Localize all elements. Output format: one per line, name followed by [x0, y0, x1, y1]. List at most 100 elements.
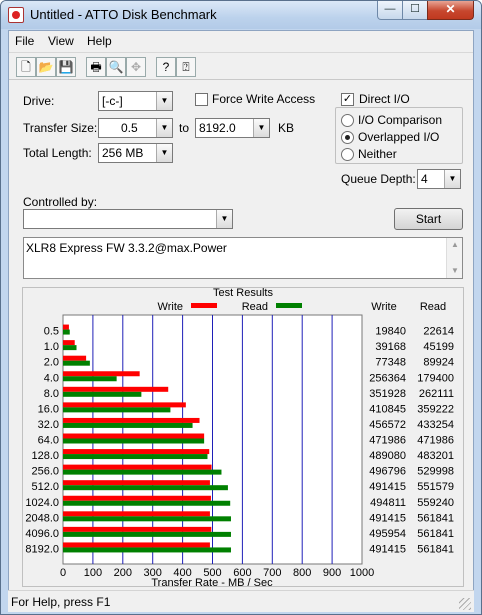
transfer-size-label: 16.0	[38, 403, 59, 415]
scroll-down-icon[interactable]: ▼	[447, 264, 463, 278]
neither-label: Neither	[358, 147, 397, 161]
total-length-select[interactable]: 256 MB ▼	[98, 143, 173, 163]
legend-write-label: Write	[158, 301, 183, 313]
write-value: 495954	[369, 528, 406, 540]
controlled-by-select[interactable]: ▼	[23, 209, 233, 229]
menu-bar: File View Help	[9, 31, 473, 51]
maximize-button[interactable]: ☐	[402, 1, 428, 20]
start-button[interactable]: Start	[394, 208, 463, 230]
move-icon[interactable]: ✥	[126, 57, 146, 77]
app-icon[interactable]	[8, 7, 24, 23]
read-bar	[63, 547, 231, 553]
menu-file[interactable]: File	[15, 34, 34, 48]
write-bar	[63, 433, 205, 439]
client-area: File View Help 🗋 📂 💾 🖶 🔍 ✥ ? ⍰ Drive: [-…	[8, 30, 474, 609]
save-icon[interactable]: 💾	[56, 57, 76, 77]
results-title: Test Results	[213, 288, 273, 299]
resize-grip-icon[interactable]	[459, 598, 471, 610]
chevron-down-icon: ▼	[156, 144, 172, 162]
write-value: 410845	[369, 403, 406, 415]
description-input[interactable]: XLR8 Express FW 3.3.2@max.Power ▲ ▼	[23, 237, 463, 279]
drive-select[interactable]: [-c-] ▼	[98, 91, 173, 111]
chevron-down-icon: ▼	[156, 119, 172, 137]
transfer-size-label: 128.0	[31, 450, 59, 462]
x-tick-label: 0	[60, 567, 66, 579]
queue-depth-select[interactable]: 4 ▼	[417, 169, 461, 189]
menu-view[interactable]: View	[48, 34, 74, 48]
read-value: 471986	[417, 435, 454, 447]
read-bar	[63, 345, 77, 351]
x-tick-label: 1000	[350, 567, 374, 579]
x-tick-label: 800	[293, 567, 311, 579]
legend-write-swatch	[191, 303, 217, 308]
read-bar	[63, 469, 222, 475]
write-bar	[63, 371, 140, 377]
read-value: 89924	[423, 357, 454, 369]
close-button[interactable]: ✕	[427, 1, 474, 20]
title-bar[interactable]: Untitled - ATTO Disk Benchmark — ☐ ✕	[1, 1, 481, 29]
col-write-header: Write	[371, 301, 396, 313]
write-bar	[63, 324, 69, 330]
write-bar	[63, 386, 169, 392]
read-bar	[63, 391, 142, 397]
write-value: 489080	[369, 450, 406, 462]
write-bar	[63, 449, 210, 455]
print-preview-icon[interactable]: 🔍	[106, 57, 126, 77]
transfer-size-from-select[interactable]: 0.5 ▼	[98, 118, 173, 138]
x-axis-label: Transfer Rate - MB / Sec	[151, 577, 273, 586]
read-value: 22614	[423, 326, 454, 338]
read-bar	[63, 531, 231, 537]
transfer-size-label: 512.0	[31, 481, 59, 493]
force-write-checkbox[interactable]	[195, 93, 208, 106]
neither-radio[interactable]	[341, 148, 354, 161]
read-value: 262111	[419, 388, 454, 400]
legend-read-swatch	[276, 303, 302, 308]
transfer-size-to-select[interactable]: 8192.0 ▼	[195, 118, 270, 138]
test-results-group: Test Results Write Read Write Read 0.5 1.…	[22, 287, 464, 589]
read-bar	[63, 500, 231, 506]
x-tick-label: 900	[323, 567, 341, 579]
scroll-up-icon[interactable]: ▲	[447, 238, 463, 252]
minimize-button[interactable]: —	[377, 1, 403, 20]
queue-depth-label: Queue Depth:	[341, 172, 416, 186]
direct-io-label: Direct I/O	[359, 92, 410, 106]
description-scrollbar[interactable]: ▲ ▼	[446, 238, 462, 278]
help-icon[interactable]: ?	[156, 57, 176, 77]
overlapped-io-label: Overlapped I/O	[358, 130, 440, 144]
menu-help[interactable]: Help	[87, 34, 112, 48]
read-value: 561841	[417, 512, 454, 524]
io-comparison-label: I/O Comparison	[358, 113, 443, 127]
transfer-size-label: 8.0	[44, 388, 59, 400]
transfer-size-unit: KB	[278, 121, 295, 135]
window-title: Untitled - ATTO Disk Benchmark	[30, 7, 217, 22]
results-chart: Test Results Write Read Write Read 0.5 1.…	[25, 287, 454, 589]
transfer-size-label: 64.0	[38, 435, 59, 447]
io-comparison-radio[interactable]	[341, 114, 354, 127]
write-bar	[63, 542, 210, 548]
read-value: 551579	[417, 481, 454, 493]
chevron-down-icon: ▼	[253, 119, 269, 137]
controlled-by-label: Controlled by:	[23, 195, 98, 209]
overlapped-io-radio[interactable]	[341, 131, 354, 144]
transfer-size-label: 256.0	[31, 466, 59, 478]
context-help-icon[interactable]: ⍰	[176, 57, 196, 77]
force-write-label: Force Write Access	[212, 92, 316, 106]
read-value: 559240	[417, 497, 454, 509]
transfer-size-label: 1024.0	[25, 497, 59, 509]
total-length-label: Total Length:	[23, 146, 92, 160]
transfer-size-label: 2.0	[44, 357, 59, 369]
direct-io-checkbox[interactable]: ✓	[341, 93, 354, 106]
read-value: 45199	[423, 341, 454, 353]
read-bar	[63, 329, 70, 335]
transfer-size-label: 32.0	[38, 419, 59, 431]
write-bar	[63, 402, 186, 408]
open-icon[interactable]: 📂	[36, 57, 56, 77]
status-text: For Help, press F1	[11, 595, 111, 609]
description-text: XLR8 Express FW 3.3.2@max.Power	[26, 241, 227, 255]
new-icon[interactable]: 🗋	[16, 57, 36, 77]
transfer-size-label: 4.0	[44, 372, 59, 384]
read-bar	[63, 376, 117, 382]
transfer-size-label: 8192.0	[25, 543, 59, 555]
print-icon[interactable]: 🖶	[86, 57, 106, 77]
transfer-size-label: 2048.0	[25, 512, 59, 524]
